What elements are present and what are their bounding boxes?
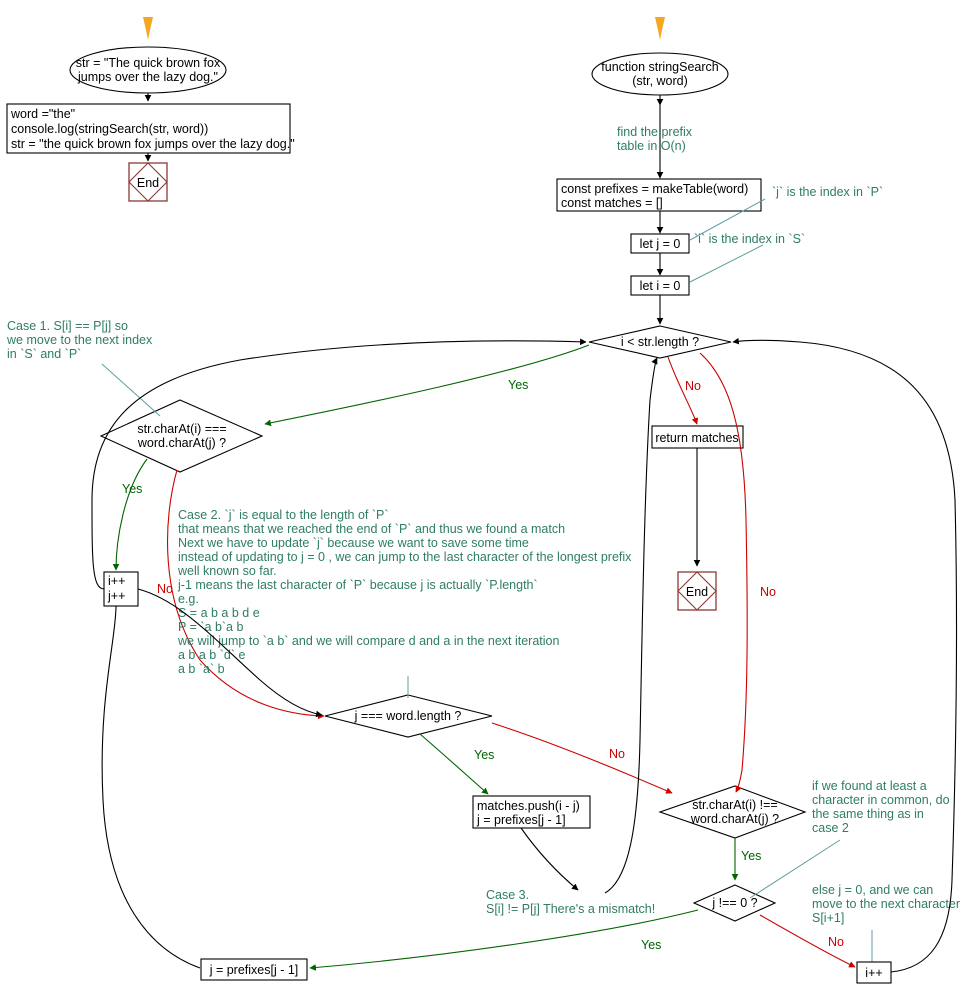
char-equal-line2: word.charAt(j) ? <box>137 436 226 450</box>
char-equal-line1: str.charAt(i) === <box>137 422 226 436</box>
right-end-label: End <box>686 585 708 599</box>
label-jlen-no: No <box>609 747 625 761</box>
left-process-line3: str = "the quick brown fox jumps over th… <box>11 137 295 151</box>
edge-case3-back-to-loop <box>604 357 658 894</box>
note-case1-line2: we move to the next index <box>6 333 153 347</box>
edge-jlen-yes-to-push <box>419 733 489 795</box>
note-else-reset-line1: else j = 0, and we can <box>812 883 933 897</box>
note-case2-line3: Next we have to update `j` because we wa… <box>178 536 529 550</box>
left-terminal-line2: jumps over the lazy dog." <box>77 70 218 84</box>
label-loop-yes: Yes <box>508 378 528 392</box>
char-not-equal-line2: word.charAt(j) ? <box>690 812 779 826</box>
note-j-index: `j` is the index in `P` <box>772 185 883 199</box>
note-else-reset-line2: move to the next character <box>812 897 960 911</box>
flowchart-svg: str = "The quick brown fox jumps over th… <box>6 17 960 984</box>
note-found-common-line3: the same thing as in <box>812 807 924 821</box>
matches-push-line1: matches.push(i - j) <box>477 799 580 813</box>
label-loop-no-right: No <box>760 585 776 599</box>
note-case2-line6: j-1 means the last character of `P` beca… <box>177 578 538 592</box>
note-case2-line7: e.g. <box>178 592 199 606</box>
note-case2-line11: a b a b `d` e <box>178 648 245 662</box>
note-case2-line12: a b `a` b <box>178 662 225 676</box>
edge-push-down <box>520 827 579 891</box>
note-case1-line1: Case 1. S[i] == P[j] so <box>7 319 128 333</box>
j-equals-wordlength-label: j === word.length ? <box>354 709 462 723</box>
note-leader-i-index <box>689 244 764 283</box>
note-else-reset-line3: S[i+1] <box>812 911 844 925</box>
increment-i-label: i++ <box>865 966 882 980</box>
increment-both-line1: i++ <box>108 574 125 588</box>
left-end-label: End <box>137 176 159 190</box>
function-terminal-line1: function stringSearch <box>601 60 718 74</box>
note-prefix-table-line1: find the prefix <box>617 125 693 139</box>
note-case2-line10: we will jump to `a b` and we will compar… <box>177 634 559 648</box>
init-box-line1: const prefixes = makeTable(word) <box>561 182 748 196</box>
char-not-equal-line1: str.charAt(i) !== <box>692 798 777 812</box>
edge-loop-yes-to-charequal <box>264 344 590 427</box>
note-case2-line5: well known so far. <box>177 564 277 578</box>
note-i-index: `i` is the index in `S` <box>694 232 805 246</box>
note-found-common-line4: case 2 <box>812 821 849 835</box>
function-terminal-line2: (str, word) <box>632 74 688 88</box>
left-process-line2: console.log(stringSearch(str, word)) <box>11 122 208 136</box>
label-charneq-yes: Yes <box>741 849 761 863</box>
edge-jlen-no-to-charneq <box>491 722 673 794</box>
right-end-node: End <box>677 571 717 611</box>
edge-incri-back-to-loop <box>732 337 957 973</box>
increment-both-line2: j++ <box>107 589 125 603</box>
edge-jnz-yes-to-resetj <box>309 909 699 971</box>
label-jnz-no: No <box>828 935 844 949</box>
label-charequal-no: No <box>157 582 173 596</box>
note-case3-line2: S[i] != P[j] There's a mismatch! <box>486 902 655 916</box>
left-terminal-line1: str = "The quick brown fox <box>76 56 221 70</box>
left-end-node: End <box>128 162 168 202</box>
note-case3-line1: Case 3. <box>486 888 529 902</box>
init-box-line2: const matches = [] <box>561 196 663 210</box>
label-jlen-yes: Yes <box>474 748 494 762</box>
right-start-arrow-icon <box>655 17 665 40</box>
loop-condition-label: i < str.length ? <box>621 335 699 349</box>
label-loop-no: No <box>685 379 701 393</box>
note-found-common-line2: character in common, do <box>812 793 950 807</box>
let-i-label: let i = 0 <box>640 279 681 293</box>
left-start-arrow-icon <box>143 17 153 40</box>
note-prefix-table-line2: table in O(n) <box>617 139 686 153</box>
label-jnz-yes: Yes <box>641 938 661 952</box>
note-case1-line3: in `S` and `P` <box>7 347 81 361</box>
note-case2-line4: instead of updating to j = 0 , we can ju… <box>178 550 632 564</box>
matches-push-line2: j = prefixes[j - 1] <box>476 813 566 827</box>
note-found-common-line1: if we found at least a <box>812 779 927 793</box>
let-j-label: let j = 0 <box>640 237 681 251</box>
edge-charequal-yes-to-incr <box>112 458 148 571</box>
note-case2-line9: P = `a b`a b <box>178 620 243 634</box>
left-process-line1: word ="the" <box>10 107 75 121</box>
label-charequal-yes: Yes <box>122 482 142 496</box>
note-case2-line2: that means that we reached the end of `P… <box>178 522 565 536</box>
reset-j-label: j = prefixes[j - 1] <box>209 963 299 977</box>
flowchart-canvas: str = "The quick brown fox jumps over th… <box>0 0 977 998</box>
return-matches-label: return matches <box>655 431 738 445</box>
note-case2-line1: Case 2. `j` is equal to the length of `P… <box>178 508 389 522</box>
